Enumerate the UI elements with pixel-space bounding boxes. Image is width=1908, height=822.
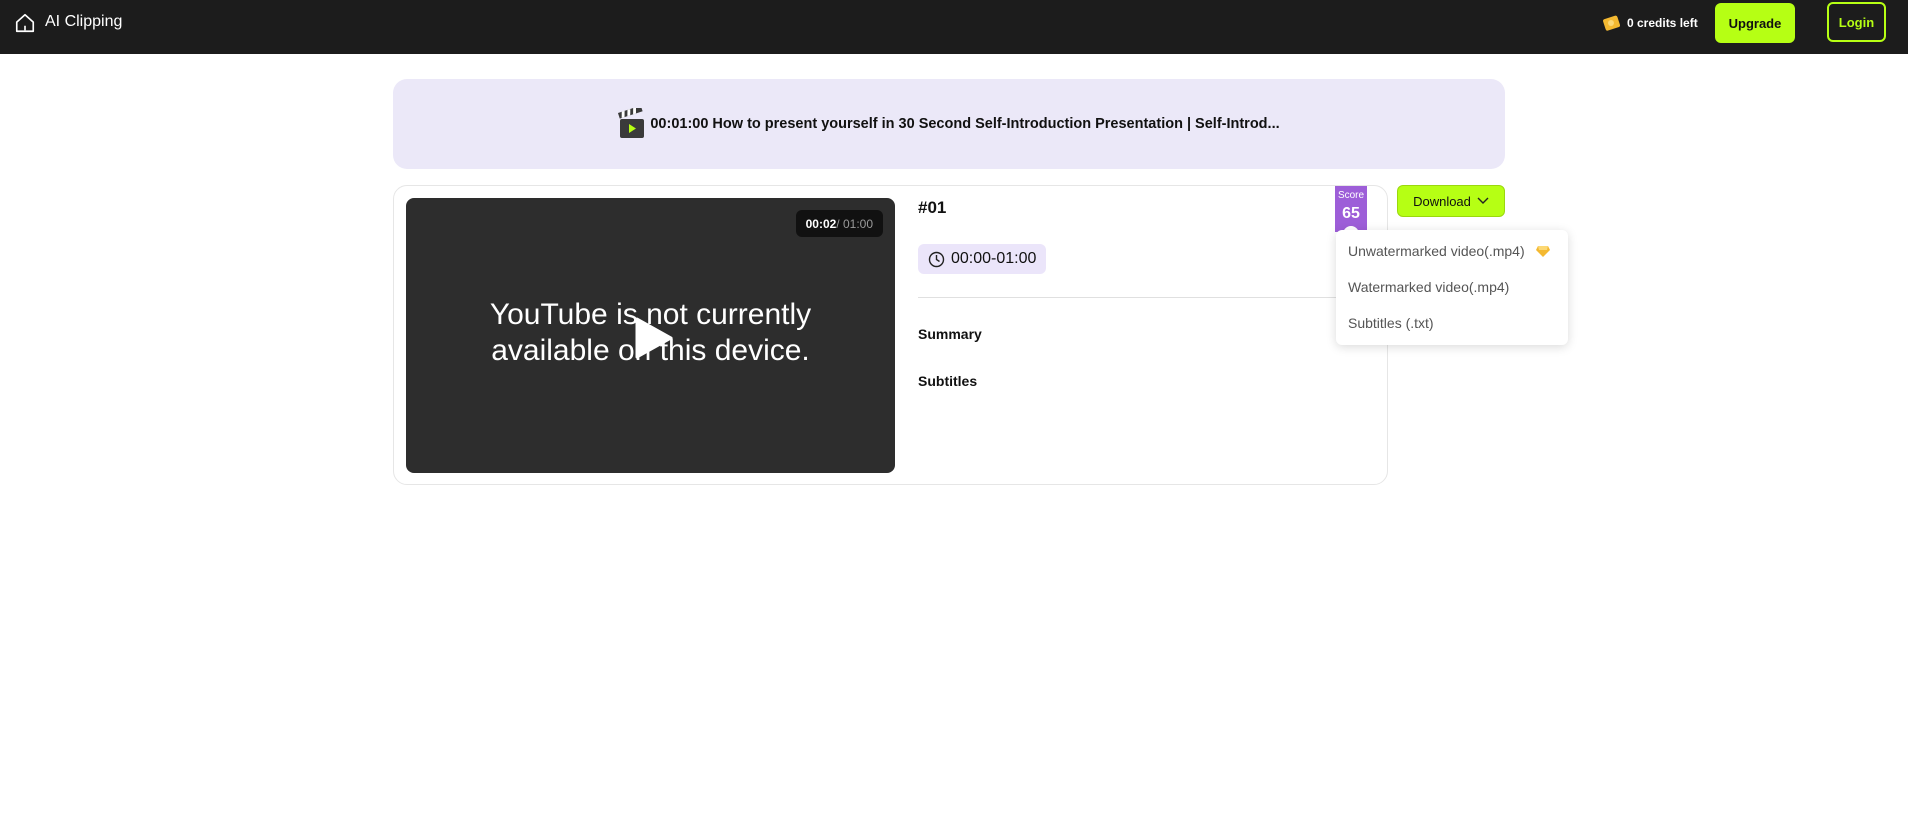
download-option-label: Watermarked video(.mp4) bbox=[1348, 279, 1510, 295]
download-option-subtitles[interactable]: Subtitles (.txt) bbox=[1348, 315, 1434, 331]
divider bbox=[918, 297, 1374, 298]
score-label: Score bbox=[1337, 190, 1365, 201]
credits-text: 0 credits left bbox=[1627, 16, 1698, 30]
time-range-badge: 00:00-01:00 bbox=[918, 244, 1047, 274]
download-option-label: Subtitles (.txt) bbox=[1348, 315, 1434, 331]
current-time: 00:02 bbox=[805, 216, 837, 231]
coin-ticket-icon bbox=[1603, 15, 1620, 31]
home-icon[interactable] bbox=[14, 12, 36, 34]
credits-indicator: 0 credits left bbox=[1602, 14, 1698, 32]
score-value: 65 bbox=[1342, 205, 1360, 222]
download-option-label: Unwatermarked video(.mp4) bbox=[1348, 243, 1525, 259]
login-button[interactable]: Login bbox=[1827, 2, 1886, 42]
download-option-unwatermarked[interactable]: Unwatermarked video(.mp4) bbox=[1348, 243, 1551, 259]
score-badge: Score 65 bbox=[1335, 186, 1367, 234]
download-dropdown-menu: Unwatermarked video(.mp4) Watermarked vi… bbox=[1336, 230, 1568, 345]
video-title-banner: 00:01:00 How to present yourself in 30 S… bbox=[393, 79, 1505, 169]
download-option-watermarked[interactable]: Watermarked video(.mp4) bbox=[1348, 279, 1509, 295]
video-title: 00:01:00 How to present yourself in 30 S… bbox=[650, 116, 1280, 132]
diamond-icon bbox=[1535, 245, 1550, 257]
upgrade-button[interactable]: Upgrade bbox=[1715, 3, 1795, 43]
app-title[interactable]: AI Clipping bbox=[45, 13, 122, 31]
clip-number: #01 bbox=[918, 198, 947, 217]
clip-card: 00:02 / 01:00 YouTube is not currently a… bbox=[393, 185, 1388, 485]
top-navigation-bar: AI Clipping 0 credits left Upgrade Login bbox=[0, 0, 1908, 54]
time-range-text: 00:00-01:00 bbox=[951, 250, 1037, 267]
summary-label: Summary bbox=[918, 326, 982, 342]
clapperboard-icon bbox=[618, 108, 645, 138]
play-icon[interactable] bbox=[627, 314, 675, 362]
chevron-down-icon bbox=[1477, 197, 1489, 204]
clock-icon bbox=[928, 251, 945, 267]
subtitles-label: Subtitles bbox=[918, 373, 978, 389]
video-time-badge: 00:02 / 01:00 bbox=[795, 210, 883, 237]
download-label: Download bbox=[1413, 193, 1471, 209]
total-time: / 01:00 bbox=[836, 216, 873, 231]
download-button[interactable]: Download bbox=[1397, 185, 1505, 217]
video-player[interactable]: 00:02 / 01:00 YouTube is not currently a… bbox=[406, 198, 895, 473]
